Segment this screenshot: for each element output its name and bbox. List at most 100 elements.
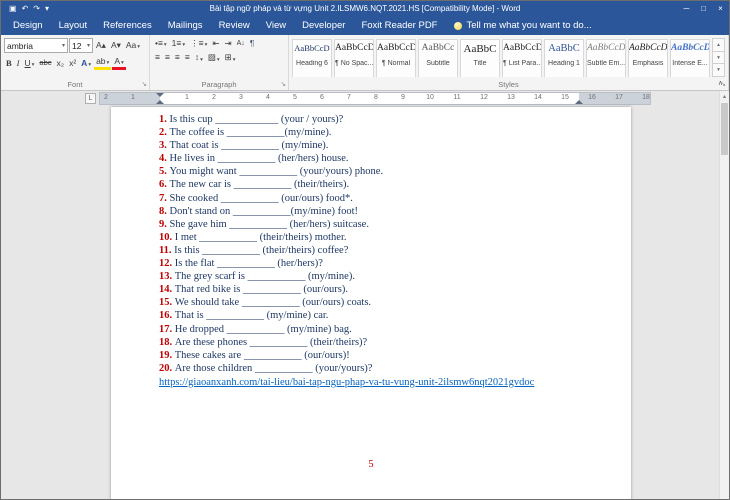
document-workspace: L 21123456789101112131415161718 1. Is th…	[1, 91, 729, 499]
ruler-number: 15	[561, 94, 569, 101]
scroll-up-icon[interactable]: ▴	[720, 93, 729, 100]
undo-icon[interactable]: ↶	[22, 5, 29, 13]
dropdown-icon: ▾	[217, 57, 220, 63]
tab-view[interactable]: View	[258, 16, 294, 35]
font-group-label: Font	[1, 80, 149, 89]
tell-me-box[interactable]: Tell me what you want to do...	[445, 16, 600, 35]
style-emphasis[interactable]: AaBbCcDEmphasis	[628, 39, 668, 77]
font-name-combo[interactable]: ambria ▾	[4, 38, 68, 53]
change-case-icon[interactable]: Aa▾	[124, 40, 142, 51]
font-size-value: 12	[72, 41, 81, 51]
italic-icon[interactable]: I	[15, 58, 22, 69]
highlight-icon[interactable]: ab▾	[94, 56, 111, 70]
font-dialog-launcher-icon[interactable]: ↘	[142, 80, 147, 88]
style-list-para[interactable]: AaBbCcD¶ List Para...	[502, 39, 542, 77]
hanging-indent-marker[interactable]	[156, 100, 164, 104]
grow-font-icon[interactable]: A▴	[94, 40, 108, 51]
style-subtle-em[interactable]: AaBbCcDSubtle Em...	[586, 39, 626, 77]
tab-review[interactable]: Review	[211, 16, 258, 35]
exercise-line: 1. Is this cup ____________ (your / your…	[159, 113, 607, 126]
paragraph-dialog-launcher-icon[interactable]: ↘	[281, 80, 286, 88]
multilevel-list-icon[interactable]: ⋮≡▾	[188, 38, 209, 49]
horizontal-ruler[interactable]: L 21123456789101112131415161718	[1, 92, 729, 106]
increase-indent-icon[interactable]: ⇥	[222, 38, 233, 49]
first-line-indent-marker[interactable]	[156, 93, 164, 97]
line-text: Is this ___________ (their/theirs) coffe…	[174, 245, 348, 256]
close-button[interactable]: ×	[712, 1, 729, 16]
line-text: The grey scarf is ___________ (my/mine).	[175, 271, 355, 282]
styles-scroll-up-icon[interactable]: ▴	[712, 38, 725, 52]
styles-gallery-more-icon[interactable]: ▾	[712, 64, 725, 77]
font-color-icon[interactable]: A▾	[112, 56, 125, 70]
title-bar: ▣↶↷▾ Bài tập ngữ pháp và từ vựng Unit 2.…	[1, 1, 729, 16]
minimize-button[interactable]: ─	[678, 1, 695, 16]
dropdown-icon: ▾	[200, 57, 203, 63]
style-heading-6[interactable]: AaBbCcDHeading 6	[292, 39, 332, 77]
ribbon-tabs: DesignLayoutReferencesMailingsReviewView…	[5, 16, 445, 35]
tab-developer[interactable]: Developer	[294, 16, 353, 35]
collapse-ribbon-icon[interactable]: ∧	[718, 79, 723, 87]
numbering-icon[interactable]: 1≡▾	[170, 38, 187, 49]
style-title[interactable]: AaBbCTitle	[460, 39, 500, 77]
document-page[interactable]: 1. Is this cup ____________ (your / your…	[111, 107, 631, 499]
ruler-number: 2	[212, 94, 216, 101]
decrease-indent-icon[interactable]: ⇤	[210, 38, 221, 49]
style-heading-1[interactable]: AaBbCHeading 1	[544, 39, 584, 77]
document-content: 1. Is this cup ____________ (your / your…	[111, 107, 631, 389]
font-size-combo[interactable]: 12 ▾	[69, 38, 93, 53]
line-text: That red bike is ___________ (our/ours).	[175, 284, 348, 295]
style-subtitle[interactable]: AaBbCcSubtitle	[418, 39, 458, 77]
line-spacing-icon[interactable]: ↕▾	[193, 52, 205, 63]
show-marks-icon[interactable]: ¶	[248, 38, 257, 49]
quick-access-toolbar: ▣ ↶ ↷ ▾	[1, 5, 57, 13]
redo-icon[interactable]: ↷	[33, 5, 40, 13]
styles-group: AaBbCcDHeading 6AaBbCcD¶ No Spac...AaBbC…	[289, 35, 729, 90]
style-no-spac[interactable]: AaBbCcD¶ No Spac...	[334, 39, 374, 77]
bold-icon[interactable]: B	[4, 58, 14, 69]
tab-selector[interactable]: L	[85, 93, 96, 104]
style-name: Heading 6	[293, 60, 331, 67]
exercise-line: 11. Is this ___________ (their/theirs) c…	[159, 244, 607, 257]
styles-scroll-down-icon[interactable]: ▾	[712, 52, 725, 65]
style-intense-e[interactable]: AaBbCcDIntense E...	[670, 39, 710, 77]
align-center-icon[interactable]: ≡	[163, 52, 172, 63]
align-left-icon[interactable]: ≡	[153, 52, 162, 63]
text-effects-icon[interactable]: A▾	[79, 58, 93, 69]
line-text: That coat is ___________ (my/mine).	[170, 140, 329, 151]
ruler-text-area	[160, 93, 579, 104]
shrink-font-icon[interactable]: A▾	[109, 40, 123, 51]
subscript-icon[interactable]: x₂	[55, 58, 67, 69]
align-right-icon[interactable]: ≡	[173, 52, 182, 63]
styles-group-label: Styles	[289, 80, 728, 89]
document-hyperlink[interactable]: https://giaoanxanh.com/tai-lieu/bai-tap-…	[159, 376, 534, 389]
tab-design[interactable]: Design	[5, 16, 51, 35]
sort-icon[interactable]: A↓	[235, 39, 247, 49]
shading-icon[interactable]: ▨▾	[206, 52, 222, 63]
line-text: Don't stand on ___________(my/mine) foot…	[170, 206, 359, 217]
ruler-number: 1	[131, 94, 135, 101]
tab-foxit-reader-pdf[interactable]: Foxit Reader PDF	[353, 16, 445, 35]
line-number: 3.	[159, 140, 170, 151]
customize-quick-access-icon[interactable]: ▾	[45, 5, 49, 13]
style-preview: AaBbCcD	[629, 43, 667, 60]
strikethrough-icon[interactable]: abc	[37, 58, 53, 68]
restore-button[interactable]: □	[695, 1, 712, 16]
exercise-line: 18. Are these phones ___________ (their/…	[159, 336, 607, 349]
borders-icon[interactable]: ⊞▾	[223, 52, 238, 63]
underline-icon[interactable]: U▾	[23, 58, 37, 69]
exercise-line: 16. That is ___________ (my/mine) car.	[159, 309, 607, 322]
bullets-icon[interactable]: •≡▾	[153, 38, 169, 49]
tab-mailings[interactable]: Mailings	[160, 16, 211, 35]
tab-references[interactable]: References	[95, 16, 160, 35]
vertical-scrollbar[interactable]: ▴	[719, 91, 729, 499]
line-number: 8.	[159, 206, 170, 217]
tab-layout[interactable]: Layout	[51, 16, 96, 35]
line-text: Is this cup ____________ (your / yours)?	[170, 114, 344, 125]
superscript-icon[interactable]: x²	[67, 58, 78, 69]
exercise-list: 1. Is this cup ____________ (your / your…	[159, 113, 607, 375]
scrollbar-thumb[interactable]	[721, 103, 728, 155]
right-indent-marker[interactable]	[575, 100, 583, 104]
style-normal[interactable]: AaBbCcD¶ Normal	[376, 39, 416, 77]
save-icon[interactable]: ▣	[9, 5, 17, 13]
justify-icon[interactable]: ≡	[183, 52, 192, 63]
